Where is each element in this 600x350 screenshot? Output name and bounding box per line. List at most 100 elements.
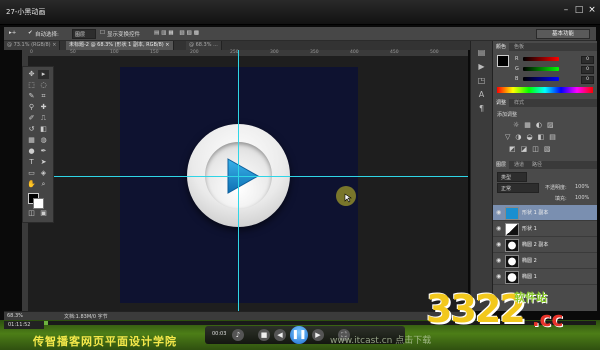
opacity-label: 不透明度:	[545, 185, 567, 191]
color-fg-swatch[interactable]	[497, 55, 509, 67]
tab-paths[interactable]: 路径	[529, 161, 545, 169]
3d-tool-icon[interactable]: ◈	[38, 169, 49, 178]
properties-panel-icon[interactable]: ◳	[476, 75, 487, 86]
brush-tool-icon[interactable]: ✐	[26, 114, 37, 123]
adjust-icons-row-2[interactable]: ▽◑◒◧▤	[505, 133, 561, 141]
tab-document-3[interactable]: @ 68.3% ...	[186, 41, 222, 50]
channel-b-value[interactable]: 0	[581, 76, 594, 84]
shape-tool-icon[interactable]: ▭	[26, 169, 37, 178]
tab-layers[interactable]: 图层	[493, 161, 510, 169]
zoom-tool-icon[interactable]: ⌕	[38, 180, 49, 189]
stamp-tool-icon[interactable]: ⎍	[38, 114, 49, 123]
crop-tool-icon[interactable]: ⌗	[38, 92, 49, 101]
blend-mode-select[interactable]: 正常	[497, 183, 539, 193]
visibility-eye-icon[interactable]: ◉	[496, 257, 501, 264]
visibility-eye-icon[interactable]: ◉	[496, 273, 501, 280]
quick-mask-icon[interactable]: ◫	[26, 209, 37, 218]
history-panel-icon[interactable]: ▤	[476, 47, 487, 58]
channel-g-slider[interactable]	[523, 67, 559, 71]
close-button[interactable]: ×	[586, 5, 598, 16]
volume-icon[interactable]: ♪	[232, 329, 244, 341]
window-title: 27-小黑动画	[6, 8, 46, 16]
elapsed-time-box: 01:11:52	[4, 321, 44, 329]
move-tool-icon[interactable]: ✥	[26, 70, 37, 79]
hand-tool-icon[interactable]: ✋	[26, 180, 37, 189]
healing-tool-icon[interactable]: ✚	[38, 103, 49, 112]
visibility-eye-icon[interactable]: ◉	[496, 225, 501, 232]
tab-swatches[interactable]: 色板	[511, 43, 527, 51]
rewind-button[interactable]: ◀	[274, 329, 286, 341]
background-color-swatch[interactable]	[33, 198, 44, 209]
forward-button[interactable]: ▶	[312, 329, 324, 341]
layer-filter-kind[interactable]: 类型	[497, 172, 527, 182]
auto-select-checkbox[interactable]: ✔	[28, 30, 33, 36]
layer-thumbnail	[505, 239, 519, 252]
ruler-tick: 200	[190, 50, 199, 55]
pen-tool-icon[interactable]: ✒	[38, 147, 49, 156]
fill-value[interactable]: 100%	[575, 195, 589, 201]
align-icons[interactable]: ▤▥▦ ▧▨▩	[154, 30, 201, 36]
layer-row[interactable]: ◉ 椭圆 2 副本	[493, 237, 597, 253]
opacity-value[interactable]: 100%	[575, 184, 589, 190]
lasso-tool-icon[interactable]: ◌	[38, 81, 49, 90]
channel-b-slider[interactable]	[523, 77, 559, 81]
move-tool-icon[interactable]: ▸+	[9, 30, 16, 36]
blend-mode-value: 正常	[501, 186, 512, 192]
quick-select-tool-icon[interactable]: ✎	[26, 92, 37, 101]
adjust-icons-row-3[interactable]: ◩◪◫▧	[509, 145, 555, 153]
footer-banner-link[interactable]: www.itcast.cn 点击下载	[330, 333, 431, 346]
tab-color[interactable]: 颜色	[493, 43, 510, 51]
document-tabs: @ 73.1% (RGB/8) × 未标题-2 @ 68.3% (形状 1 副本…	[4, 41, 490, 50]
blur-tool-icon[interactable]: ◍	[38, 136, 49, 145]
channel-r-value[interactable]: 0	[581, 56, 594, 64]
type-tool-icon[interactable]: T	[26, 158, 37, 167]
paragraph-panel-icon[interactable]: ¶	[476, 103, 487, 114]
adjust-icons-row-1[interactable]: ☼▦◐▨	[513, 121, 559, 129]
eraser-tool-icon[interactable]: ◧	[38, 125, 49, 134]
ruler-tick: 350	[310, 50, 319, 55]
actions-panel-icon[interactable]: ▶	[476, 61, 487, 72]
channel-g-label: G	[515, 66, 519, 72]
vertical-guide[interactable]	[238, 50, 239, 311]
document-size: 文档:1.83M/0 字节	[64, 314, 108, 320]
workspace-select[interactable]: 基本功能	[536, 29, 590, 39]
color-spectrum-bar[interactable]	[497, 87, 593, 93]
layer-row[interactable]: ◉ 形状 1 副本	[493, 205, 597, 221]
layer-row[interactable]: ◉ 形状 1	[493, 221, 597, 237]
gradient-tool-icon[interactable]: ▦	[26, 136, 37, 145]
maximize-button[interactable]: □	[573, 5, 585, 16]
tab-adjustments[interactable]: 调整	[493, 99, 510, 107]
auto-select-value: 图层	[75, 32, 86, 38]
tab-document-2[interactable]: 未标题-2 @ 68.3% (形状 1 副本, RGB/8) ×	[66, 41, 174, 50]
layer-row[interactable]: ◉ 椭圆 2	[493, 253, 597, 269]
channel-g-value[interactable]: 0	[581, 66, 594, 74]
auto-select-label: 自动选择:	[35, 32, 59, 38]
screen-mode-icon[interactable]: ▣	[38, 209, 49, 218]
auto-select-dropdown[interactable]: 图层	[72, 29, 96, 39]
stop-button[interactable]: ■	[258, 329, 270, 341]
artboard-tool-icon[interactable]: ▸	[38, 70, 49, 79]
layer-thumbnail	[505, 255, 519, 268]
horizontal-guide[interactable]	[22, 176, 468, 177]
visibility-eye-icon[interactable]: ◉	[496, 209, 501, 216]
channel-r-slider[interactable]	[523, 57, 559, 61]
minimize-button[interactable]: –	[560, 5, 572, 16]
dodge-tool-icon[interactable]: ●	[26, 147, 37, 156]
path-select-tool-icon[interactable]: ➤	[38, 158, 49, 167]
visibility-eye-icon[interactable]: ◉	[496, 241, 501, 248]
layers-panel-tabs: 图层 通道 路径	[493, 161, 597, 169]
history-brush-tool-icon[interactable]: ↺	[26, 125, 37, 134]
tab-channels[interactable]: 通道	[511, 161, 527, 169]
tab-styles[interactable]: 样式	[511, 99, 527, 107]
marquee-tool-icon[interactable]: ⬚	[26, 81, 37, 90]
layer-thumbnail	[505, 223, 519, 236]
show-transform-checkbox[interactable]: ☐	[100, 30, 105, 36]
tab-document-1[interactable]: @ 73.1% (RGB/8) ×	[4, 41, 61, 50]
footer-banner-text: 传智播客网页平面设计学院	[33, 335, 177, 348]
eyedropper-tool-icon[interactable]: ⚲	[26, 103, 37, 112]
window-titlebar: 27-小黑动画 – □ ×	[0, 0, 600, 25]
zoom-level[interactable]: 68.3%	[7, 313, 23, 319]
adjust-panel-tabs: 调整 样式	[493, 99, 597, 107]
pause-button[interactable]: ❚❚	[290, 326, 308, 344]
character-panel-icon[interactable]: A	[476, 89, 487, 100]
